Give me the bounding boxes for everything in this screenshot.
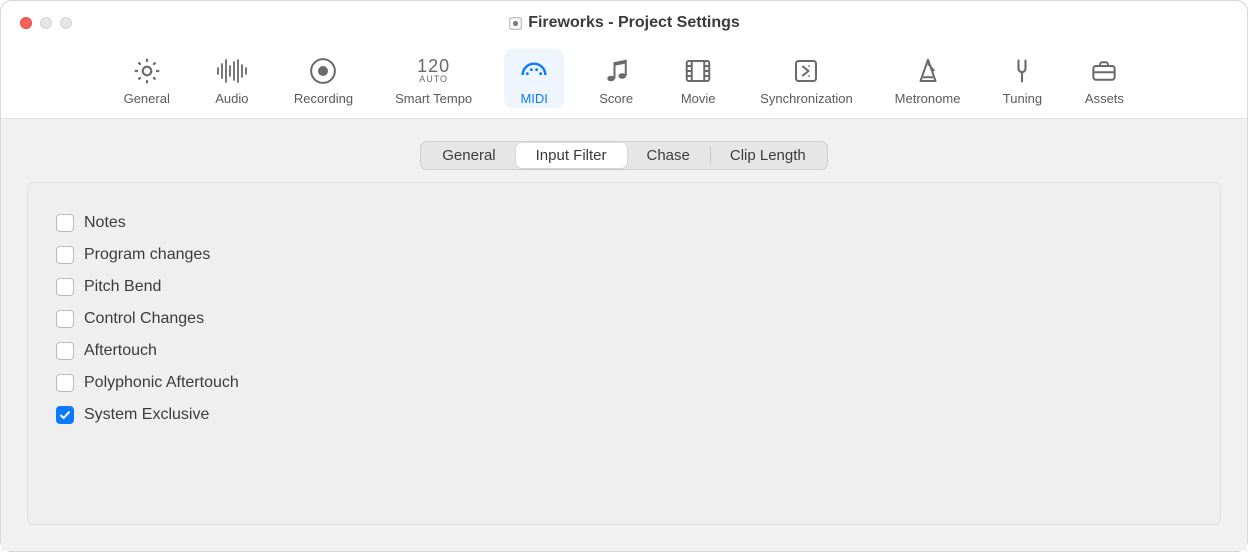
midi-icon — [516, 53, 552, 89]
toolbar-label: General — [124, 91, 170, 106]
segmented-control: General Input Filter Chase Clip Length — [420, 141, 828, 170]
checkbox-label: System Exclusive — [84, 406, 209, 424]
toolbar-item-audio[interactable]: Audio — [202, 49, 262, 108]
toolbar: General Audio Recording 120 AUTO — [1, 45, 1247, 119]
checkbox-label: Polyphonic Aftertouch — [84, 374, 239, 392]
gear-icon — [129, 53, 165, 89]
filmstrip-icon — [680, 53, 716, 89]
checkbox-row-pitch-bend: Pitch Bend — [56, 271, 1192, 303]
toolbar-item-tuning[interactable]: Tuning — [992, 49, 1052, 108]
content-area: General Input Filter Chase Clip Length N… — [1, 119, 1247, 551]
window-title: Fireworks - Project Settings — [528, 14, 740, 32]
toolbar-item-smart-tempo[interactable]: 120 AUTO Smart Tempo — [385, 49, 482, 108]
minimize-button[interactable] — [40, 17, 52, 29]
toolbar-label: Recording — [294, 91, 353, 106]
close-button[interactable] — [20, 17, 32, 29]
checkbox-notes[interactable] — [56, 214, 74, 232]
checkbox-row-polyphonic-aftertouch: Polyphonic Aftertouch — [56, 367, 1192, 399]
tab-general[interactable]: General — [422, 143, 515, 168]
checkbox-row-control-changes: Control Changes — [56, 303, 1192, 335]
score-icon — [598, 53, 634, 89]
checkbox-aftertouch[interactable] — [56, 342, 74, 360]
toolbar-item-score[interactable]: Score — [586, 49, 646, 108]
sync-icon — [788, 53, 824, 89]
checkbox-label: Program changes — [84, 246, 210, 264]
briefcase-icon — [1086, 53, 1122, 89]
checkbox-program-changes[interactable] — [56, 246, 74, 264]
tab-clip-length[interactable]: Clip Length — [710, 143, 826, 168]
toolbar-item-synchronization[interactable]: Synchronization — [750, 49, 863, 108]
zoom-button[interactable] — [60, 17, 72, 29]
toolbar-item-general[interactable]: General — [114, 49, 180, 108]
checkbox-row-notes: Notes — [56, 207, 1192, 239]
toolbar-label: Score — [599, 91, 633, 106]
toolbar-item-recording[interactable]: Recording — [284, 49, 363, 108]
checkbox-label: Control Changes — [84, 310, 204, 328]
toolbar-item-movie[interactable]: Movie — [668, 49, 728, 108]
checkbox-row-program-changes: Program changes — [56, 239, 1192, 271]
project-icon — [508, 16, 522, 30]
tab-input-filter[interactable]: Input Filter — [516, 143, 627, 168]
record-icon — [305, 53, 341, 89]
toolbar-item-assets[interactable]: Assets — [1074, 49, 1134, 108]
window: Fireworks - Project Settings General Aud… — [0, 0, 1248, 552]
checkbox-row-aftertouch: Aftertouch — [56, 335, 1192, 367]
toolbar-item-metronome[interactable]: Metronome — [885, 49, 971, 108]
input-filter-panel: Notes Program changes Pitch Bend Control… — [27, 182, 1221, 525]
titlebar: Fireworks - Project Settings — [1, 1, 1247, 45]
toolbar-item-midi[interactable]: MIDI — [504, 49, 564, 108]
toolbar-label: MIDI — [520, 91, 547, 106]
tab-chase[interactable]: Chase — [627, 143, 710, 168]
toolbar-label: Smart Tempo — [395, 91, 472, 106]
window-controls — [20, 17, 72, 29]
smart-tempo-icon: 120 AUTO — [416, 53, 452, 89]
toolbar-label: Tuning — [1003, 91, 1042, 106]
metronome-icon — [910, 53, 946, 89]
checkbox-label: Notes — [84, 214, 126, 232]
checkbox-label: Aftertouch — [84, 342, 157, 360]
checkbox-polyphonic-aftertouch[interactable] — [56, 374, 74, 392]
waveform-icon — [214, 53, 250, 89]
checkbox-pitch-bend[interactable] — [56, 278, 74, 296]
toolbar-label: Metronome — [895, 91, 961, 106]
checkbox-control-changes[interactable] — [56, 310, 74, 328]
checkbox-system-exclusive[interactable] — [56, 406, 74, 424]
toolbar-label: Audio — [215, 91, 248, 106]
toolbar-label: Movie — [681, 91, 716, 106]
checkbox-row-system-exclusive: System Exclusive — [56, 399, 1192, 431]
tuning-fork-icon — [1004, 53, 1040, 89]
toolbar-label: Assets — [1085, 91, 1124, 106]
toolbar-label: Synchronization — [760, 91, 853, 106]
checkbox-label: Pitch Bend — [84, 278, 161, 296]
